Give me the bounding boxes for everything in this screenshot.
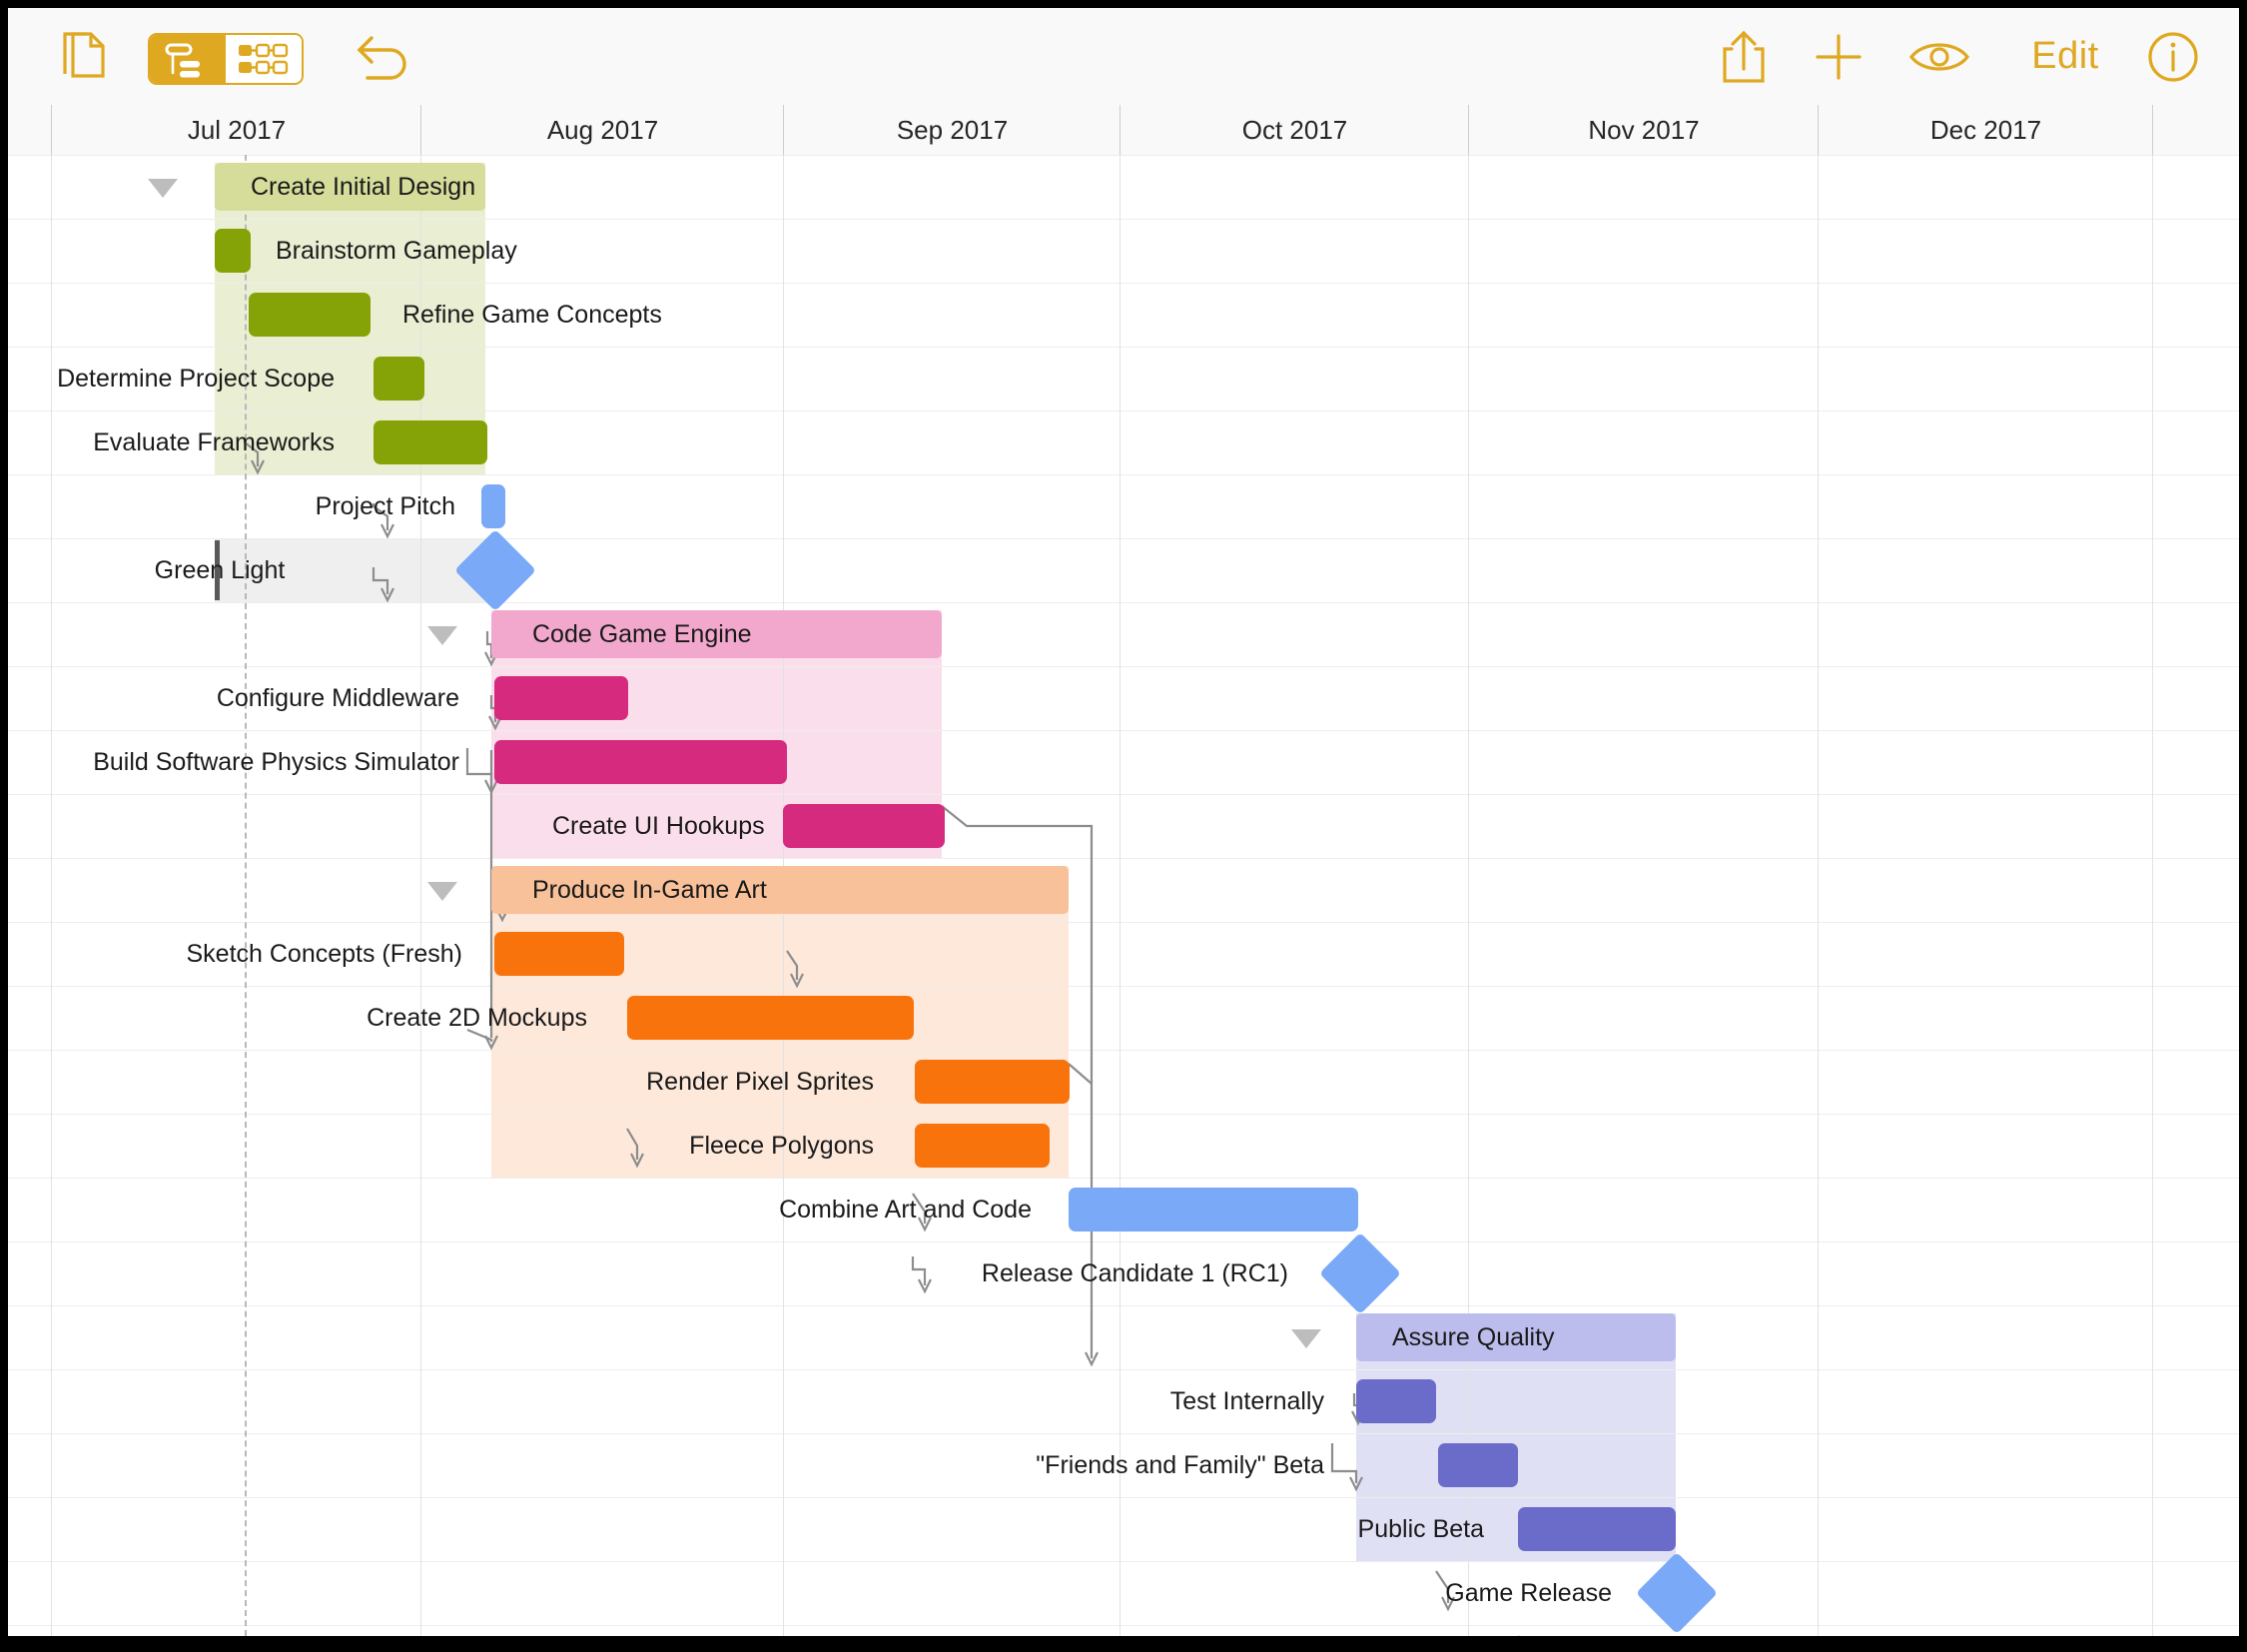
eye-icon[interactable] (1898, 8, 1980, 105)
grid-hline (8, 1305, 2239, 1306)
task-label[interactable]: Assure Quality (1392, 1305, 1555, 1369)
task-label[interactable]: Determine Project Scope (8, 347, 335, 411)
task-label[interactable]: Configure Middleware (8, 666, 459, 730)
task-label[interactable]: Combine Art and Code (8, 1178, 1032, 1241)
share-icon[interactable] (1706, 8, 1782, 105)
grid-vline (1818, 155, 1819, 1636)
view-toggle[interactable] (148, 33, 304, 85)
task-bar[interactable] (494, 932, 624, 976)
disclosure-triangle-icon[interactable] (1291, 1329, 1321, 1348)
grid-hline (8, 858, 2239, 859)
task-label[interactable]: Code Game Engine (532, 602, 752, 666)
task-label[interactable]: Refine Game Concepts (402, 283, 662, 347)
outline-view-segment[interactable] (150, 35, 226, 83)
month-cell: Jul 2017 (51, 105, 421, 155)
grid-hline (8, 411, 2239, 412)
task-label[interactable]: Evaluate Frameworks (8, 411, 335, 474)
task-bar[interactable] (1438, 1443, 1518, 1487)
task-bar[interactable] (494, 740, 787, 784)
month-cell: Aug 2017 (420, 105, 784, 155)
disclosure-triangle-icon[interactable] (148, 179, 178, 198)
task-label[interactable]: Render Pixel Sprites (8, 1050, 874, 1114)
undo-icon[interactable] (348, 8, 423, 105)
month-cell: Dec 2017 (1818, 105, 2153, 155)
month-cell: Sep 2017 (783, 105, 1121, 155)
task-label[interactable]: Brainstorm Gameplay (276, 219, 517, 283)
task-bar[interactable] (215, 229, 251, 273)
task-bar[interactable] (915, 1060, 1070, 1104)
disclosure-triangle-icon[interactable] (427, 626, 457, 645)
task-label[interactable]: Green Light (8, 538, 431, 602)
task-bar[interactable] (915, 1124, 1050, 1168)
task-bar[interactable] (374, 420, 487, 464)
task-label[interactable]: Release Candidate 1 (RC1) (8, 1241, 1288, 1305)
grid-hline (8, 283, 2239, 284)
task-bar[interactable] (494, 676, 628, 720)
task-label[interactable]: Produce In-Game Art (532, 858, 767, 922)
task-bar[interactable] (1069, 1188, 1358, 1232)
task-bar[interactable] (783, 804, 945, 848)
milestone-marker[interactable] (1635, 1551, 1719, 1635)
gantt-chart[interactable]: Create Initial Design Brainstorm Gameplay… (8, 155, 2239, 1636)
month-divider (51, 105, 52, 155)
edit-label: Edit (2031, 35, 2099, 77)
month-cell: Oct 2017 (1120, 105, 1469, 155)
task-label[interactable]: Fleece Polygons (8, 1114, 874, 1178)
toolbar: Edit (8, 8, 2239, 106)
task-label[interactable]: Game Release (8, 1561, 1612, 1625)
task-label[interactable]: Build Software Physics Simulator (8, 730, 459, 794)
task-label[interactable]: Public Beta (8, 1497, 1484, 1561)
task-label[interactable]: Create UI Hookups (552, 794, 765, 858)
edit-button[interactable]: Edit (2005, 8, 2125, 105)
task-bar[interactable] (249, 293, 371, 337)
grid-vline (1468, 155, 1469, 1636)
timeline-header: Jul 2017 Aug 2017 Sep 2017 Oct 2017 Nov 2017… (8, 105, 2239, 156)
task-label[interactable]: Create Initial Design (251, 155, 475, 219)
grid-hline (8, 347, 2239, 348)
milestone-marker[interactable] (1318, 1232, 1402, 1315)
task-label[interactable]: Test Internally (8, 1369, 1324, 1433)
grid-vline (2152, 155, 2153, 1636)
documents-icon[interactable] (48, 8, 118, 105)
task-bar[interactable] (1356, 1379, 1436, 1423)
grid-hline (8, 602, 2239, 603)
gantt-app: Edit Jul 2017 Aug 2017 Sep 2017 Oct 2017 Nov… (8, 8, 2239, 1636)
task-label[interactable]: Sketch Concepts (Fresh) (8, 922, 463, 986)
month-cell: Nov 2017 (1468, 105, 1819, 155)
info-icon[interactable] (2135, 8, 2211, 105)
plus-icon[interactable] (1801, 8, 1876, 105)
month-divider (2152, 105, 2153, 155)
task-label[interactable]: Create 2D Mockups (8, 986, 587, 1050)
task-bar[interactable] (1518, 1507, 1676, 1551)
task-label[interactable]: "Friends and Family" Beta (8, 1433, 1324, 1497)
task-label[interactable]: Project Pitch (8, 474, 455, 538)
task-bar[interactable] (374, 357, 424, 401)
task-bar[interactable] (627, 996, 914, 1040)
task-bar[interactable] (481, 484, 505, 528)
network-view-segment[interactable] (226, 35, 302, 83)
grid-hline (8, 794, 2239, 795)
disclosure-triangle-icon[interactable] (427, 882, 457, 901)
grid-hline (8, 1625, 2239, 1626)
